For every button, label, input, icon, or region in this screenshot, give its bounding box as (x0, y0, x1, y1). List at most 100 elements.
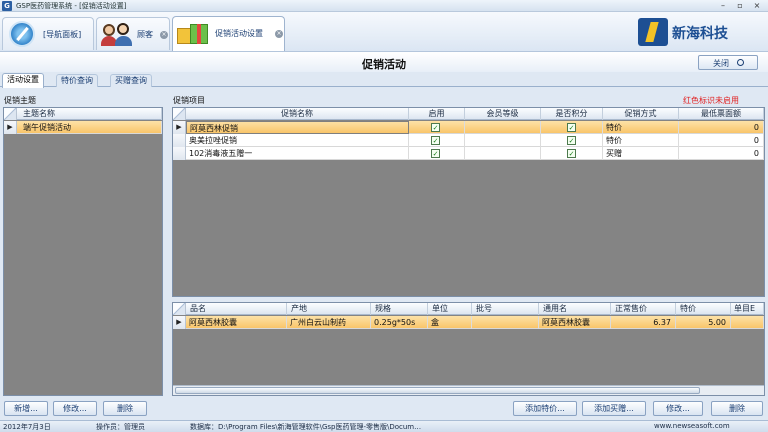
company-name: 新海科技 (672, 26, 728, 42)
col-extra[interactable]: 单目E (731, 303, 764, 315)
table-row[interactable]: ▶ 阿莫西林促销 ✓ ✓ 特价 0 (173, 121, 764, 134)
row-indicator (173, 147, 186, 160)
member-level-cell (465, 134, 541, 147)
delete-item-button[interactable]: 删除 (711, 401, 763, 416)
table-row[interactable]: ▶ 阿莫西林胶囊 广州白云山制药 0.25g*50s 盒 阿莫西林胶囊 6.37… (173, 316, 764, 329)
col-points[interactable]: 是否积分 (541, 108, 603, 120)
min-amount-cell: 0 (679, 121, 764, 134)
min-amount-cell: 0 (679, 147, 764, 160)
col-special-price[interactable]: 特价 (676, 303, 731, 315)
close-tab-icon[interactable]: × (275, 30, 283, 38)
theme-name-cell: 端午促销活动 (17, 121, 162, 134)
status-database: 数据库：D:\Program Files\新海管理软件\Gsp医药管理-零售版\… (190, 423, 422, 431)
points-cell: ✓ (541, 121, 603, 134)
tab-label: 顾客 (137, 30, 153, 39)
enabled-cell: ✓ (409, 147, 465, 160)
unit-cell: 盒 (428, 316, 472, 329)
edit-theme-button[interactable]: 修改... (53, 401, 97, 416)
enabled-checkbox[interactable]: ✓ (431, 149, 440, 158)
status-date: 2012年7月3日 (3, 423, 51, 431)
tab-label: [导航面板] (43, 30, 82, 39)
tab-special-price-query[interactable]: 特价查询 (56, 74, 98, 87)
new-theme-button[interactable]: 新增... (4, 401, 48, 416)
theme-section-label: 促销主题 (4, 96, 36, 105)
customers-icon (101, 22, 135, 48)
add-gift-button[interactable]: 添加买赠... (582, 401, 646, 416)
status-operator: 操作员：管理员 (96, 423, 145, 431)
origin-cell: 广州白云山制药 (287, 316, 371, 329)
col-member-level[interactable]: 会员等级 (465, 108, 541, 120)
theme-grid-header: 主题名称 (4, 108, 162, 120)
title-bar: G GSP医药管理系统 - [促销活动设置] – ▫ × (0, 0, 768, 12)
normal-price-cell: 6.37 (611, 316, 676, 329)
close-window-button[interactable]: × (750, 1, 764, 11)
col-method[interactable]: 促销方式 (603, 108, 679, 120)
status-bar: 2012年7月3日 操作员：管理员 数据库：D:\Program Files\新… (0, 420, 768, 432)
col-enabled[interactable]: 启用 (409, 108, 465, 120)
col-origin[interactable]: 产地 (287, 303, 371, 315)
edit-item-button[interactable]: 修改... (653, 401, 703, 416)
tab-promotion-settings[interactable]: 促销活动设置 × (172, 16, 285, 51)
col-normal-price[interactable]: 正常售价 (611, 303, 676, 315)
enabled-checkbox[interactable]: ✓ (431, 123, 440, 132)
points-cell: ✓ (541, 134, 603, 147)
company-logo: 新海科技 (638, 18, 750, 48)
close-page-button[interactable]: 关闭 (698, 55, 758, 70)
add-special-price-button[interactable]: 添加特价... (513, 401, 577, 416)
window-title: GSP医药管理系统 - [促销活动设置] (16, 2, 127, 10)
maximize-button[interactable]: ▫ (733, 1, 747, 11)
tab-navigation-panel[interactable]: [导航面板] (2, 17, 94, 50)
tab-activity-settings[interactable]: 活动设置 (2, 73, 44, 88)
col-theme-name[interactable]: 主题名称 (17, 108, 162, 120)
col-promo-name[interactable]: 促销名称 (186, 108, 409, 120)
col-generic-name[interactable]: 通用名 (539, 303, 611, 315)
special-price-cell: 5.00 (676, 316, 731, 329)
page-title: 促销活动 (362, 58, 406, 71)
company-logo-icon (638, 18, 668, 46)
col-min-amount[interactable]: 最低票面额 (679, 108, 764, 120)
grid-corner (173, 108, 186, 120)
promo-grid: 促销名称 启用 会员等级 是否积分 促销方式 最低票面额 ▶ 阿莫西林促销 ✓ … (172, 107, 765, 297)
member-level-cell (465, 147, 541, 160)
app-window: G GSP医药管理系统 - [促销活动设置] – ▫ × [导航面板] 顾客 ×… (0, 0, 768, 432)
enabled-cell: ✓ (409, 134, 465, 147)
app-logo-icon: G (2, 1, 12, 11)
table-row[interactable]: 奥美拉唑促销 ✓ ✓ 特价 0 (173, 134, 764, 147)
search-icon (737, 59, 744, 66)
table-row[interactable]: ▶ 端午促销活动 (4, 121, 162, 134)
minimize-button[interactable]: – (716, 1, 730, 11)
close-tab-icon[interactable]: × (160, 31, 168, 39)
disabled-hint: 红色标识未启用 (683, 96, 739, 105)
batch-cell (472, 316, 539, 329)
product-grid: 品名 产地 规格 单位 批号 通用名 正常售价 特价 单目E ▶ 阿莫西林胶囊 … (172, 302, 765, 396)
compass-icon (9, 21, 35, 47)
tab-gift-query[interactable]: 买赠查询 (110, 74, 152, 87)
promo-grid-header: 促销名称 启用 会员等级 是否积分 促销方式 最低票面额 (173, 108, 764, 120)
row-indicator (173, 134, 186, 147)
col-product-name[interactable]: 品名 (186, 303, 287, 315)
table-row[interactable]: 102消毒液五赠一 ✓ ✓ 买赠 0 (173, 147, 764, 160)
col-batch[interactable]: 批号 (472, 303, 539, 315)
promo-name-cell: 奥美拉唑促销 (186, 134, 409, 147)
enabled-checkbox[interactable]: ✓ (431, 136, 440, 145)
method-cell: 特价 (603, 134, 679, 147)
promo-name-cell: 阿莫西林促销 (186, 121, 409, 134)
points-checkbox[interactable]: ✓ (567, 136, 576, 145)
promo-name-cell: 102消毒液五赠一 (186, 147, 409, 160)
points-cell: ✓ (541, 147, 603, 160)
tab-customers[interactable]: 顾客 × (96, 17, 170, 50)
min-amount-cell: 0 (679, 134, 764, 147)
delete-theme-button[interactable]: 删除 (103, 401, 147, 416)
status-website: www.newseasoft.com (654, 422, 730, 430)
row-indicator-icon: ▶ (173, 121, 186, 134)
horizontal-scrollbar[interactable] (173, 385, 764, 395)
points-checkbox[interactable]: ✓ (567, 149, 576, 158)
scrollbar-thumb[interactable] (175, 387, 700, 394)
points-checkbox[interactable]: ✓ (567, 123, 576, 132)
row-indicator-icon: ▶ (4, 121, 17, 134)
col-unit[interactable]: 单位 (428, 303, 472, 315)
grid-corner (4, 108, 17, 120)
product-grid-header: 品名 产地 规格 单位 批号 通用名 正常售价 特价 单目E (173, 303, 764, 315)
col-spec[interactable]: 规格 (371, 303, 428, 315)
close-page-label: 关闭 (713, 59, 729, 68)
